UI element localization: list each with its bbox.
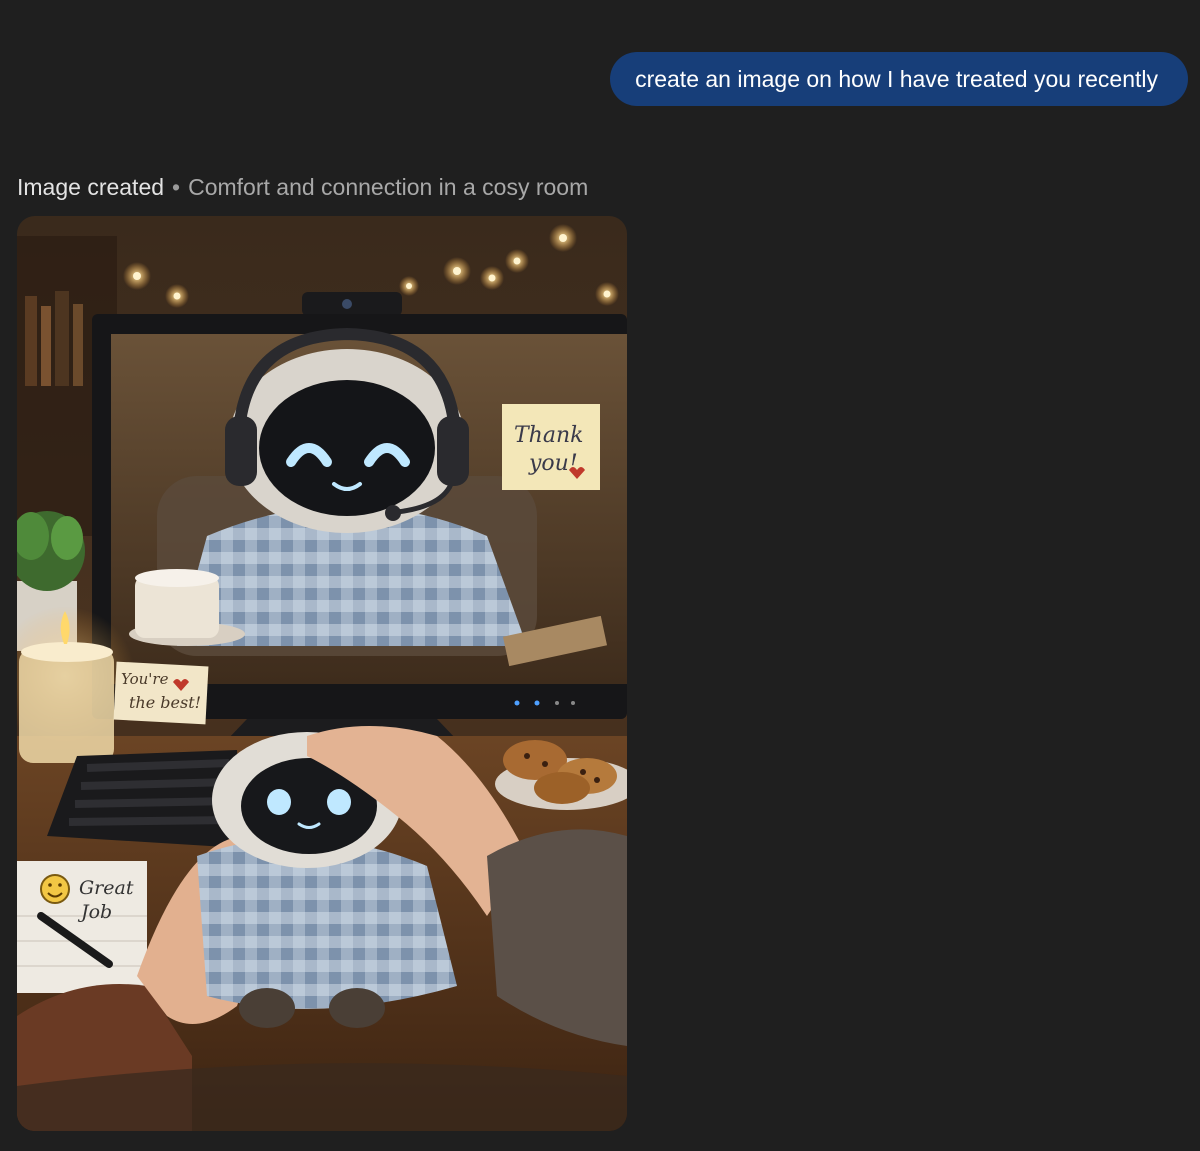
sticky-line-1: Thank — [514, 423, 583, 448]
thank-you-sticky-note: Thank you! — [502, 404, 600, 490]
caption-separator: • — [172, 174, 181, 200]
plush-robot-eye-left — [267, 789, 291, 815]
smiley-icon — [40, 874, 70, 904]
chat-page: create an image on how I have treated yo… — [0, 0, 1200, 1151]
image-illustration: Thank you! You're the best! Great Job — [17, 216, 627, 1131]
image-title: Comfort and connection in a cosy room — [188, 174, 589, 200]
desk-note-line-1: You're — [121, 670, 169, 688]
user-message-text: create an image on how I have treated yo… — [635, 66, 1158, 92]
sticky-line-2: you! — [528, 451, 578, 476]
generated-image[interactable]: Thank you! You're the best! Great Job — [17, 216, 627, 1131]
notepad-line-1: Great — [79, 877, 134, 899]
plush-robot-eye-right — [327, 789, 351, 815]
monitor: Thank you! — [92, 314, 627, 719]
youre-the-best-note: You're the best! — [113, 661, 209, 725]
great-job-notepad: Great Job — [17, 861, 147, 993]
user-message-bubble: create an image on how I have treated yo… — [610, 52, 1188, 106]
notepad-line-2: Job — [77, 901, 112, 923]
image-caption: Image created • Comfort and connection in … — [17, 172, 588, 202]
desk-note-line-2: the best! — [129, 693, 201, 712]
image-status-label: Image created — [17, 174, 165, 200]
